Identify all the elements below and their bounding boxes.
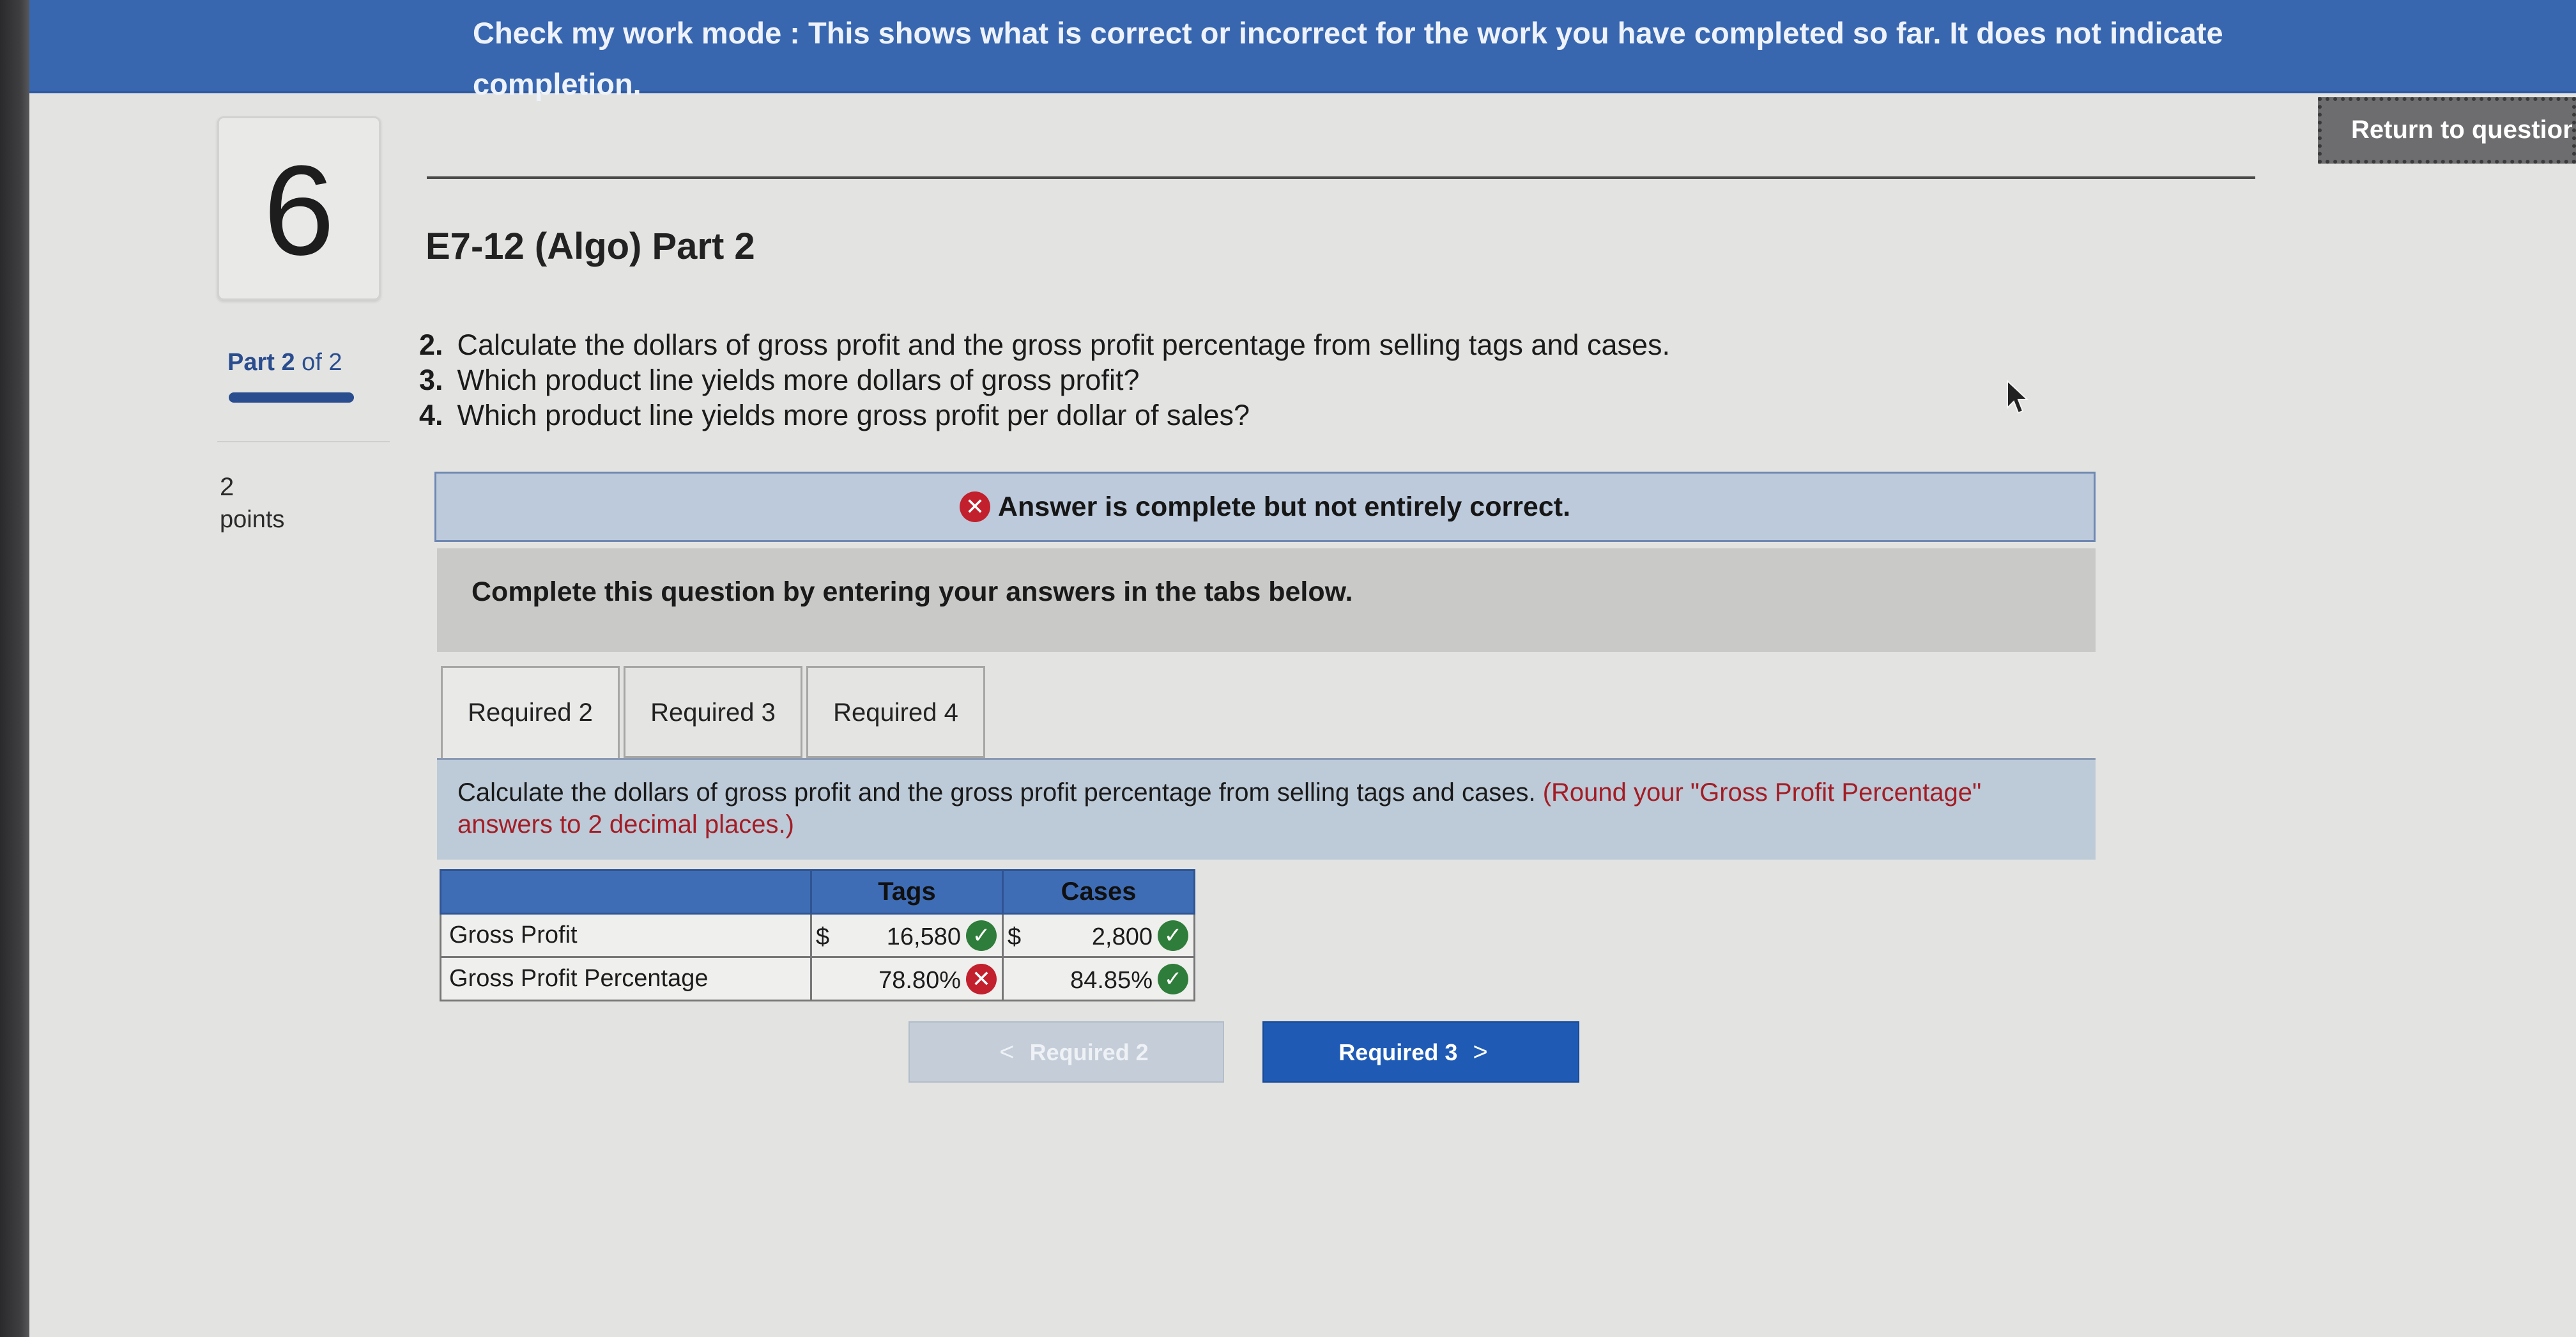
check-circle-icon: ✓ — [966, 920, 997, 951]
instruction-item: 2. Calculate the dollars of gross profit … — [419, 328, 1671, 361]
points-label: points — [220, 506, 285, 533]
part-indicator: Part 2 of 2 — [227, 349, 342, 376]
table-header-cases: Cases — [1002, 869, 1195, 915]
part-total: of 2 — [295, 349, 342, 376]
points-value: 2 — [220, 473, 234, 501]
table-header-tags: Tags — [810, 869, 1004, 915]
instruction-item: 3. Which product line yields more dollars… — [419, 364, 1140, 396]
answer-status-banner: ✕ Answer is complete but not entirely co… — [434, 472, 2096, 542]
part-divider — [217, 441, 390, 442]
mouse-pointer-icon — [2007, 380, 2029, 414]
header-divider — [427, 176, 2255, 179]
gross-profit-percentage-tags-input[interactable]: 78.80% ✕ — [810, 956, 1004, 1001]
previous-button-label: Required 2 — [1029, 1039, 1149, 1065]
next-required-button[interactable]: Required 3 > — [1262, 1021, 1579, 1083]
table-row: Gross Profit $ 16,580 ✓ $ 2,800 ✓ — [440, 913, 1195, 958]
tab-required-4[interactable]: Required 4 — [806, 666, 985, 758]
x-circle-icon: ✕ — [959, 491, 990, 522]
part-current: Part 2 — [227, 349, 295, 376]
table-header-row: Tags Cases — [440, 869, 1195, 915]
currency-symbol: $ — [816, 924, 830, 950]
banner-text: Check my work mode : This shows what is … — [473, 16, 2223, 101]
gross-profit-tags-input[interactable]: $ 16,580 ✓ — [810, 913, 1004, 958]
required-2-instruction-text: Calculate the dollars of gross profit an… — [457, 778, 1536, 807]
gross-profit-percentage-cases-input[interactable]: 84.85% ✓ — [1002, 956, 1195, 1001]
part-progress-bar — [229, 392, 354, 403]
cell-value: 78.80% — [878, 967, 961, 994]
table-row: Gross Profit Percentage 78.80% ✕ 84.85% … — [440, 956, 1195, 1001]
check-my-work-banner: Check my work mode : This shows what is … — [29, 0, 2576, 101]
cell-value: 2,800 — [1091, 924, 1153, 950]
return-to-question-button[interactable]: Return to question — [2318, 97, 2576, 164]
chevron-right-icon: > — [1473, 1038, 1488, 1066]
required-2-instructions: Calculate the dollars of gross profit an… — [437, 760, 2096, 860]
cell-value: 16,580 — [886, 924, 961, 950]
gross-profit-cases-input[interactable]: $ 2,800 ✓ — [1002, 913, 1195, 958]
currency-symbol: $ — [1008, 924, 1022, 950]
answer-table: Tags Cases Gross Profit $ 16,580 ✓ $ 2,8… — [440, 869, 1195, 1001]
previous-required-button[interactable]: < Required 2 — [908, 1021, 1224, 1083]
check-circle-icon: ✓ — [1158, 964, 1188, 994]
cell-value: 84.85% — [1070, 967, 1153, 994]
row-label-gross-profit-percentage: Gross Profit Percentage — [440, 956, 812, 1001]
x-circle-icon: ✕ — [966, 964, 997, 994]
answer-status-text: Answer is complete but not entirely corr… — [997, 491, 1571, 522]
table-header-blank — [440, 869, 812, 915]
complete-question-prompt: Complete this question by entering your … — [437, 548, 2096, 652]
next-button-label: Required 3 — [1338, 1039, 1458, 1065]
question-title: E7-12 (Algo) Part 2 — [425, 226, 755, 267]
question-number: 6 — [217, 116, 381, 300]
tab-required-2[interactable]: Required 2 — [441, 666, 620, 762]
row-label-gross-profit: Gross Profit — [440, 913, 812, 958]
tab-required-3[interactable]: Required 3 — [624, 666, 802, 758]
screen-bezel — [0, 0, 29, 1337]
instruction-item: 4. Which product line yields more gross p… — [419, 399, 1250, 431]
question-instructions: 2. Calculate the dollars of gross profit … — [419, 327, 1889, 433]
check-circle-icon: ✓ — [1158, 920, 1188, 951]
chevron-left-icon: < — [999, 1038, 1015, 1066]
